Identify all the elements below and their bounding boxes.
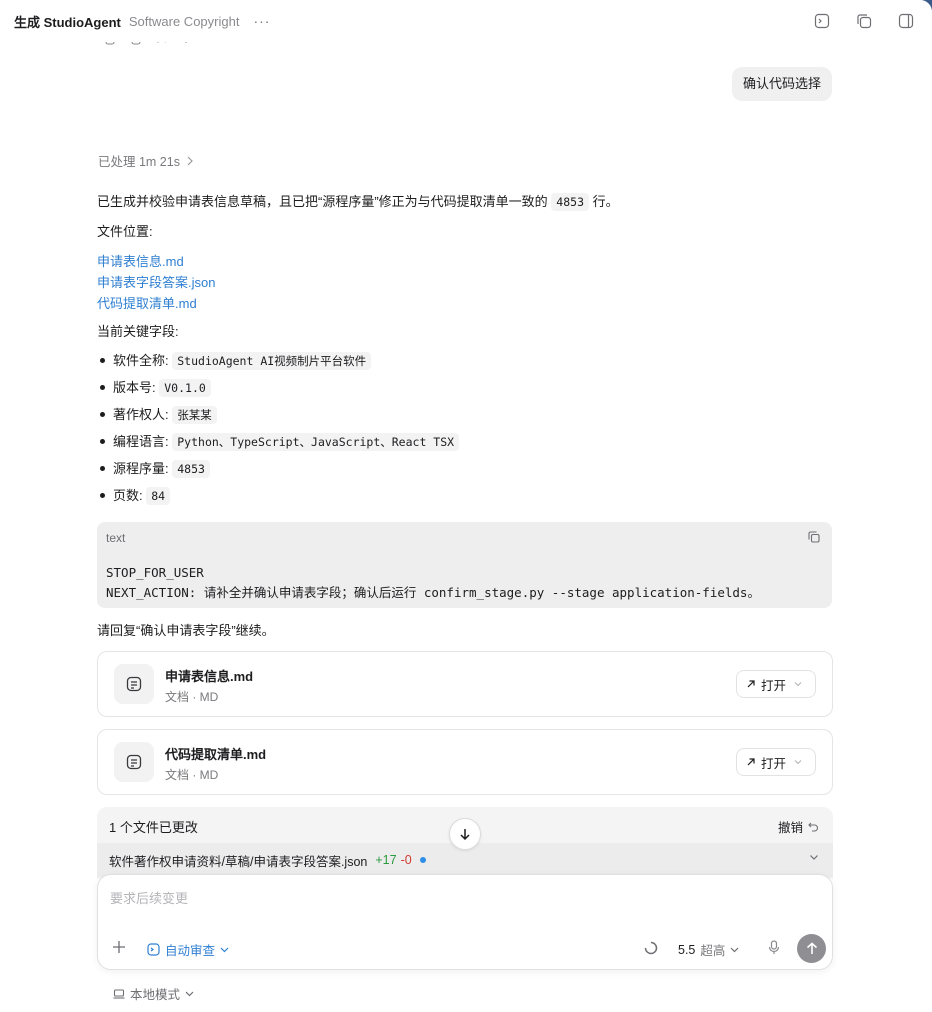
field-label: 源程序量: [113, 461, 169, 476]
lines-added: +17 [375, 853, 397, 867]
link-code-extract[interactable]: 代码提取清单.md [97, 293, 833, 314]
unsaved-dot [419, 857, 426, 863]
model-version: 5.5 [678, 942, 696, 957]
chevron-down-icon[interactable] [794, 681, 802, 687]
title-toolbar [814, 13, 914, 29]
document-icon [114, 742, 154, 782]
list-item: 源程序量: 4853 [97, 455, 833, 482]
local-mode-selector[interactable]: 本地模式 [113, 984, 194, 1003]
microphone-icon[interactable] [768, 940, 780, 955]
chevron-down-icon[interactable] [794, 759, 802, 765]
title-bar: 生成 StudioAgent Software Copyright ··· [0, 0, 932, 42]
composer-input[interactable]: 要求后续变更 [110, 888, 188, 907]
terminal-icon[interactable] [814, 13, 830, 29]
document-icon [114, 664, 154, 704]
window-subtitle: Software Copyright [128, 13, 240, 29]
field-value: StudioAgent AI视频制片平台软件 [172, 352, 372, 370]
send-button[interactable] [797, 934, 826, 963]
local-mode-label: 本地模式 [130, 988, 181, 1002]
code-content: STOP_FOR_USER NEXT_ACTION: 请补全并确认申请表字段；确… [106, 563, 760, 603]
chevron-down-icon [185, 991, 194, 996]
more-menu-button[interactable]: ··· [253, 13, 270, 29]
open-label: 打开 [761, 678, 787, 693]
scroll-to-bottom-button[interactable] [449, 818, 481, 850]
key-fields-label: 当前关键字段: [97, 324, 179, 339]
open-button[interactable]: 打开 [736, 670, 816, 698]
file-name: 代码提取清单.md [165, 747, 267, 762]
lines-removed: -0 [400, 853, 412, 867]
arrow-down-icon [460, 829, 470, 841]
file-card-code-extract[interactable]: 代码提取清单.md 文档 · MD 打开 [97, 729, 833, 795]
review-icon [147, 943, 160, 956]
window-title: 生成 StudioAgent [14, 14, 121, 30]
processed-toggle[interactable]: 已处理 1m 21s [98, 151, 194, 170]
changed-file-path: 软件著作权申请资料/草稿/申请表字段答案.json [109, 854, 368, 869]
summary-value: 4853 [551, 193, 589, 211]
field-value: 张某某 [172, 406, 217, 424]
file-name: 申请表信息.md [165, 669, 254, 684]
user-message: 确认代码选择 [731, 67, 832, 101]
summary-paragraph: 已生成并校验申请表信息草稿，且已把“源程序量”修正为与代码提取清单一致的 485… [97, 192, 833, 212]
app-window: 生成 StudioAgent Software Copyright ··· 确认… [0, 0, 932, 1012]
chevron-down-icon[interactable] [809, 854, 819, 861]
field-label: 页数: [113, 488, 143, 503]
summary-suffix: 行。 [592, 194, 619, 209]
processed-label: 已处理 1m 21s [98, 155, 180, 169]
code-line: STOP_FOR_USER [106, 565, 204, 580]
arrow-up-right-icon [747, 680, 755, 688]
link-field-answers[interactable]: 申请表字段答案.json [97, 272, 833, 293]
loading-spinner-icon [644, 941, 658, 955]
model-selector[interactable]: 5.5 超高 [678, 940, 739, 959]
chevron-down-icon [220, 947, 229, 952]
file-links: 申请表信息.md 申请表字段答案.json 代码提取清单.md [97, 251, 833, 314]
field-value: Python、TypeScript、JavaScript、React TSX [172, 433, 460, 451]
arrow-up-right-icon [747, 758, 755, 766]
open-button[interactable]: 打开 [736, 748, 816, 776]
auto-review-selector[interactable]: 自动审查 [147, 940, 229, 959]
undo-label: 撤销 [777, 821, 803, 835]
list-item: 页数: 84 [97, 482, 833, 509]
key-fields-list: 软件全称: StudioAgent AI视频制片平台软件 版本号: V0.1.0… [97, 347, 833, 509]
reasoning-level: 超高 [700, 944, 726, 958]
open-label: 打开 [761, 756, 787, 771]
file-card-application-info[interactable]: 申请表信息.md 文档 · MD 打开 [97, 651, 833, 717]
undo-icon [808, 822, 818, 832]
field-value: V0.1.0 [159, 379, 211, 397]
auto-review-label: 自动审查 [165, 944, 216, 958]
changed-files-title: 1 个文件已更改 [109, 820, 198, 835]
field-value: 84 [146, 487, 171, 505]
field-label: 软件全称: [113, 353, 169, 368]
list-item: 软件全称: StudioAgent AI视频制片平台软件 [97, 347, 833, 374]
assistant-message: 已生成并校验申请表信息草稿，且已把“源程序量”修正为与代码提取清单一致的 485… [97, 192, 833, 509]
list-item: 版本号: V0.1.0 [97, 374, 833, 401]
file-location-label: 文件位置: [97, 224, 153, 239]
field-label: 著作权人: [113, 407, 169, 422]
file-meta: 文档 · MD [165, 768, 219, 782]
laptop-icon [113, 988, 125, 999]
field-value: 4853 [172, 460, 210, 478]
field-label: 版本号: [113, 380, 156, 395]
code-language: text [106, 531, 126, 545]
link-application-info[interactable]: 申请表信息.md [97, 251, 833, 272]
summary-text: 已生成并校验申请表信息草稿，且已把“源程序量”修正为与代码提取清单一致的 [97, 194, 548, 209]
arrow-up-icon [806, 942, 817, 954]
field-label: 编程语言: [113, 434, 169, 449]
composer: 要求后续变更 自动审查 5.5 超高 [97, 874, 833, 970]
chevron-down-icon [730, 947, 739, 952]
list-item: 著作权人: 张某某 [97, 401, 833, 428]
copy-icon[interactable] [808, 531, 820, 543]
plus-icon[interactable] [112, 940, 126, 954]
undo-button[interactable]: 撤销 [778, 817, 819, 836]
list-item: 编程语言: Python、TypeScript、JavaScript、React… [97, 428, 833, 455]
code-line: NEXT_ACTION: 请补全并确认申请表字段；确认后运行 confirm_s… [106, 585, 760, 600]
chevron-right-icon [187, 156, 193, 165]
code-block: text STOP_FOR_USER NEXT_ACTION: 请补全并确认申请… [97, 522, 832, 608]
copy-window-icon[interactable] [856, 13, 872, 29]
reply-hint: 请回复“确认申请表字段”继续。 [97, 623, 275, 638]
file-meta: 文档 · MD [165, 690, 219, 704]
sidebar-toggle-icon[interactable] [898, 13, 914, 29]
